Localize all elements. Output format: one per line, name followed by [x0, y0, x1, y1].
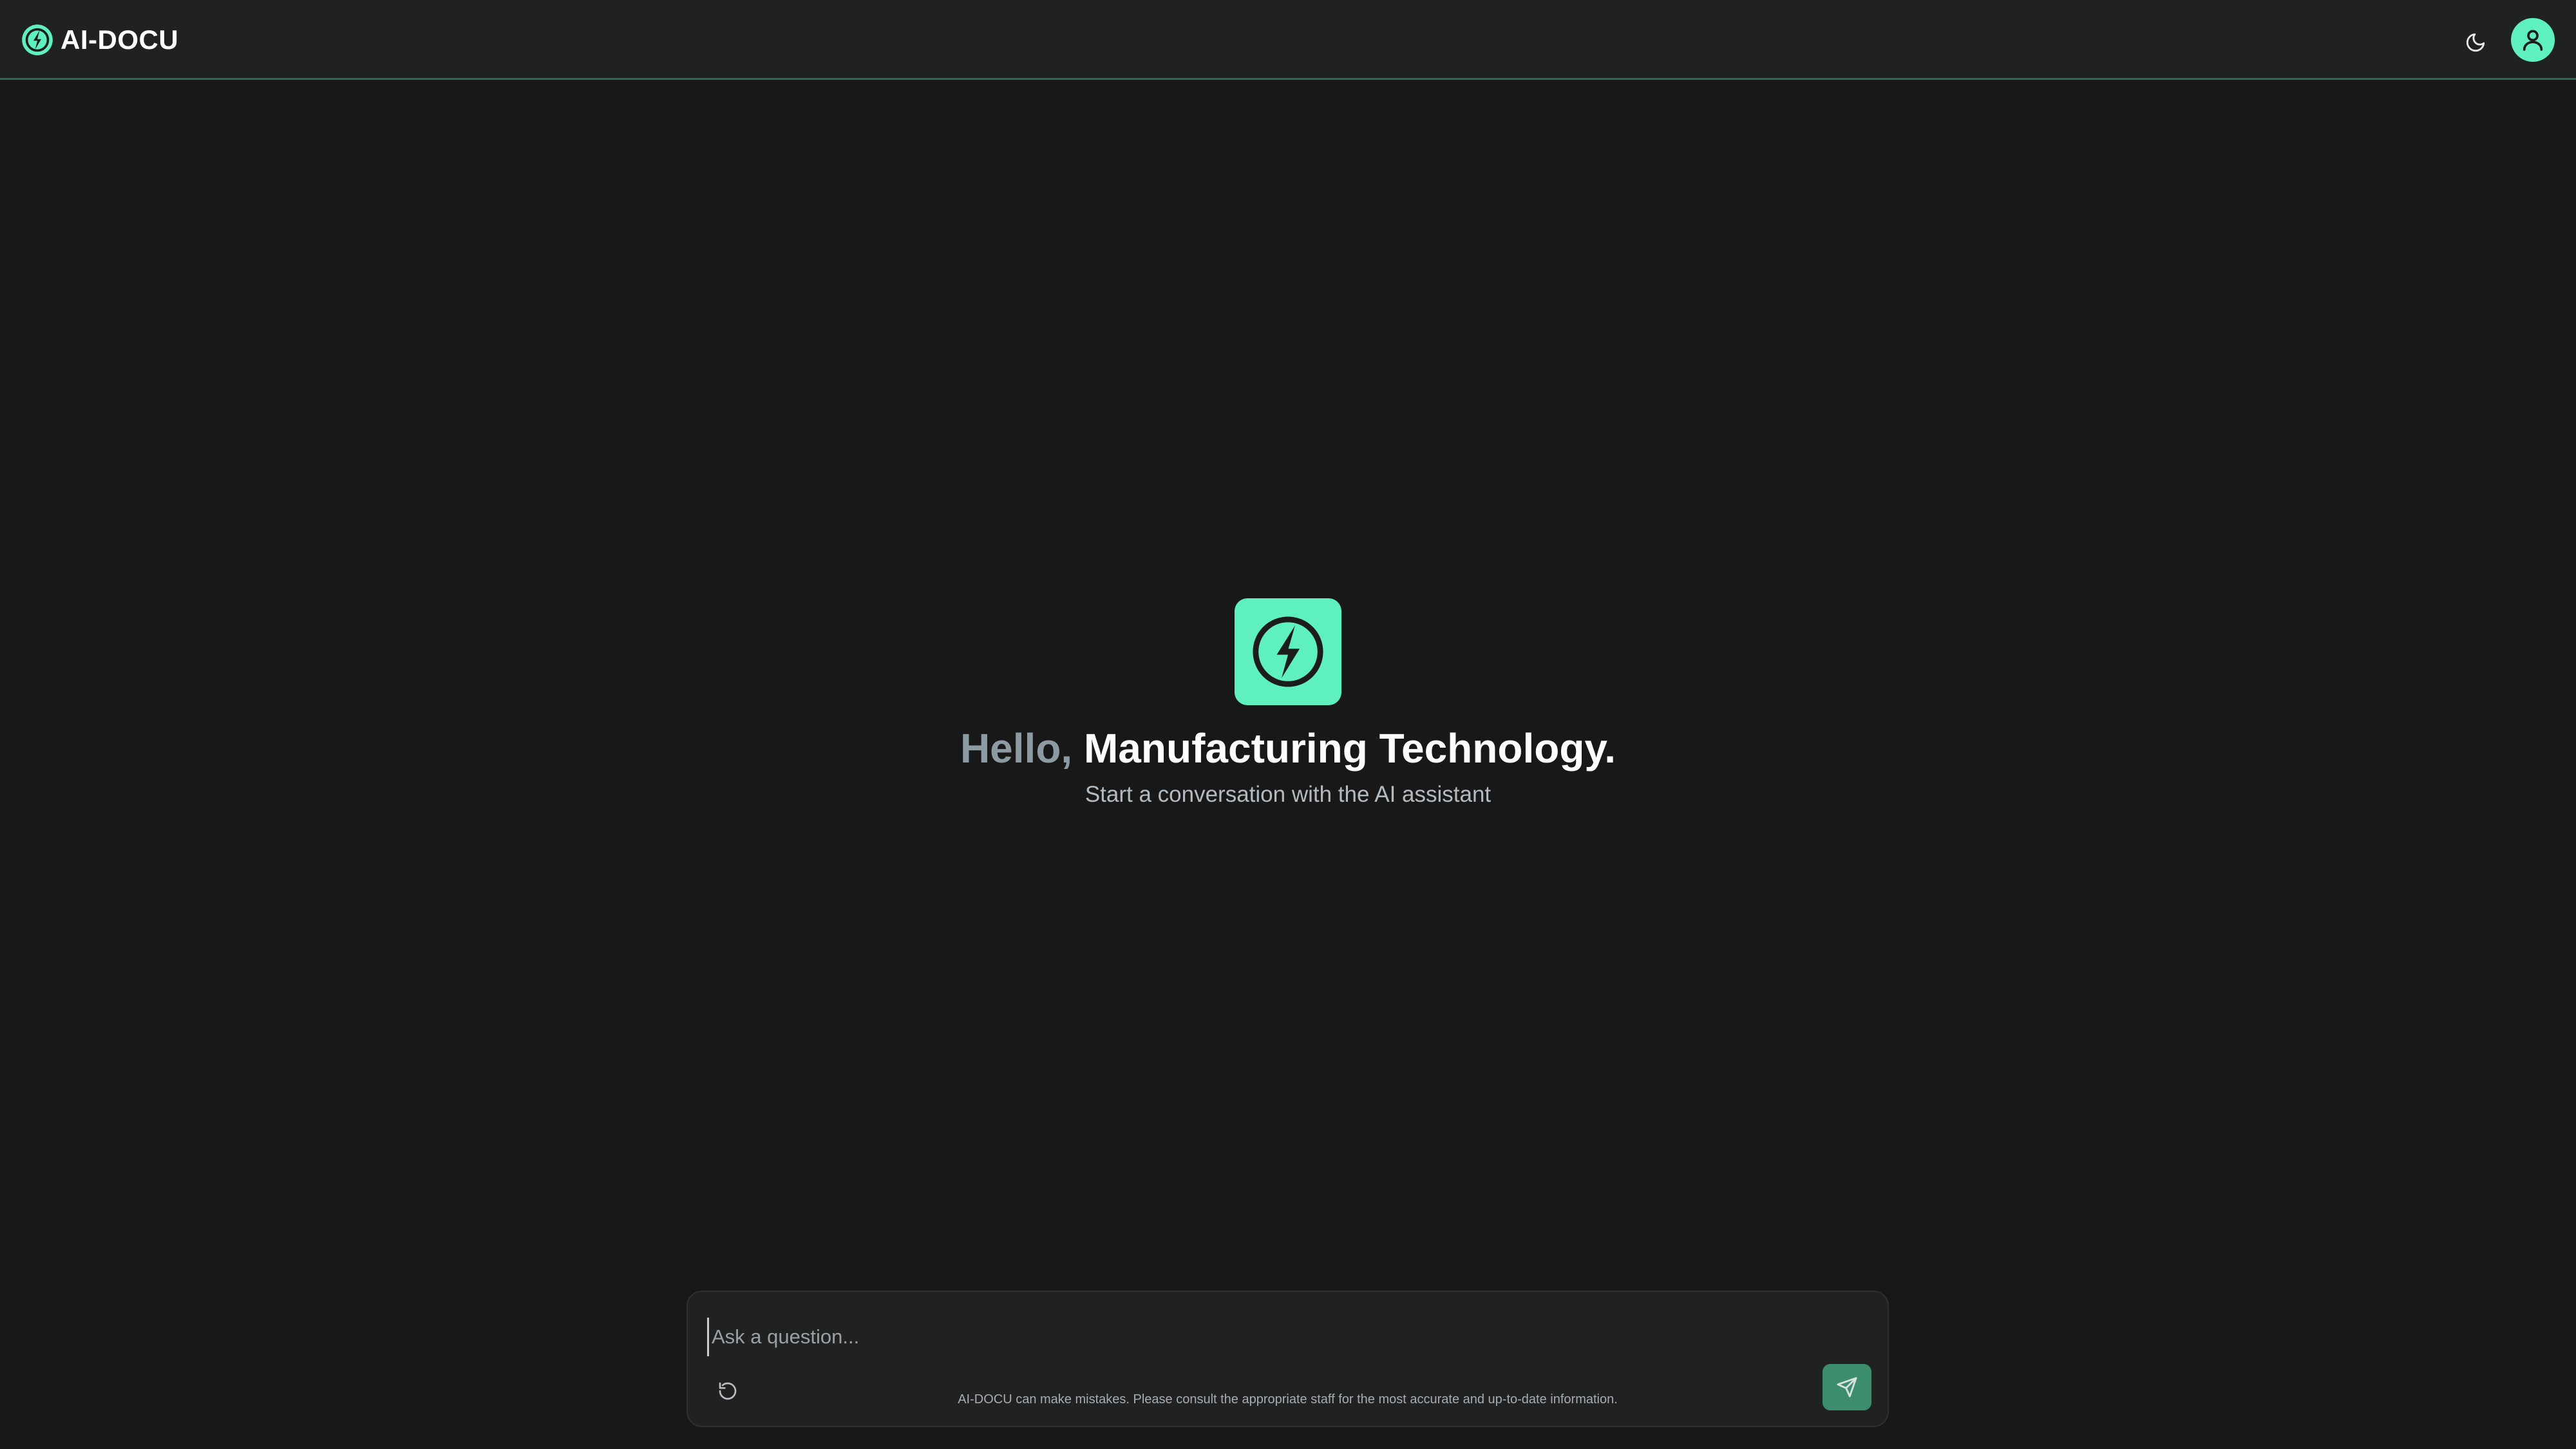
question-input[interactable]	[707, 1318, 1809, 1356]
bolt-circle-icon	[1253, 616, 1323, 687]
disclaimer-text: AI-DOCU can make mistakes. Please consul…	[958, 1392, 1618, 1406]
theme-toggle-button[interactable]	[2459, 26, 2492, 59]
user-avatar-button[interactable]	[2511, 18, 2555, 62]
chat-composer: AI-DOCU can make mistakes. Please consul…	[687, 1291, 1889, 1427]
top-header: AI-DOCU	[0, 0, 2576, 80]
moon-icon	[2466, 33, 2485, 52]
hero-subtitle: Start a conversation with the AI assista…	[1084, 782, 1492, 807]
brand-name: AI-DOCU	[61, 24, 179, 55]
hero-title: Hello, Manufacturing Technology.	[0, 721, 2576, 775]
app-root: AI-DOCU Hello, Manufacturing Technology.…	[0, 0, 2576, 1449]
hero-greeting: Hello,	[960, 725, 1073, 772]
user-icon	[2523, 30, 2543, 51]
hero-user-name: Manufacturing Technology.	[1083, 725, 1616, 772]
hero-logo	[1235, 598, 1341, 705]
bolt-circle-icon	[22, 24, 53, 55]
send-button[interactable]	[1823, 1364, 1871, 1410]
send-icon	[1837, 1377, 1857, 1397]
brand[interactable]: AI-DOCU	[21, 23, 178, 57]
